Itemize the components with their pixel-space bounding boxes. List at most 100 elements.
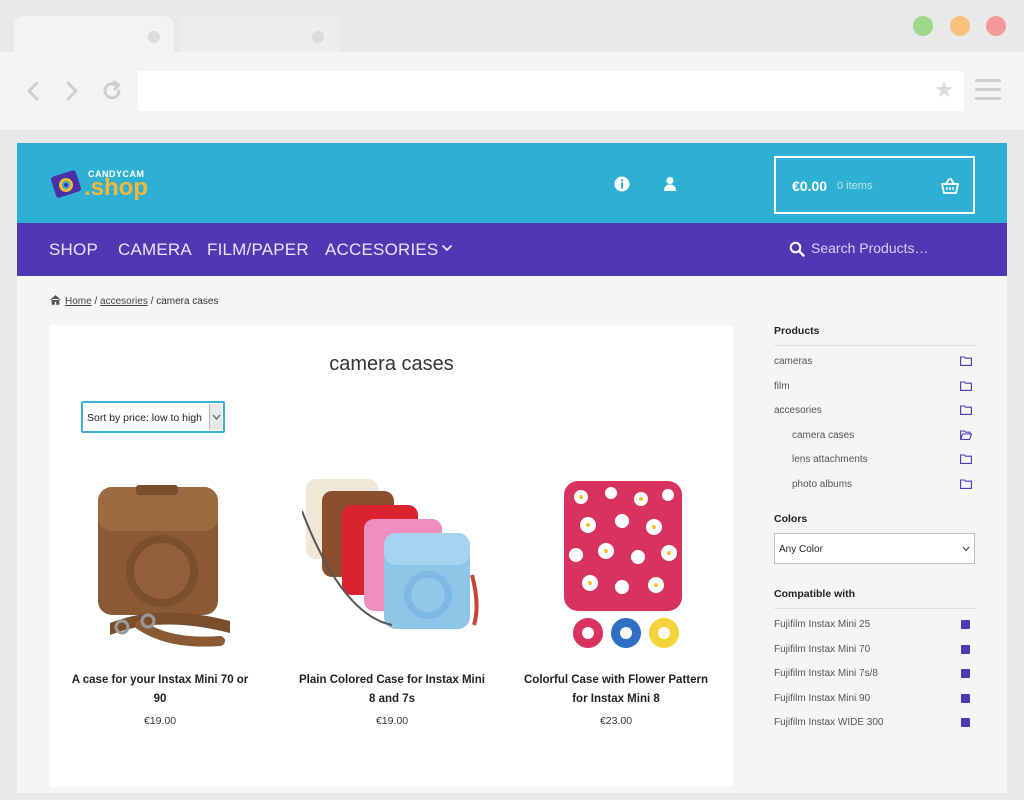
subcategory-label[interactable]: camera cases: [792, 430, 854, 441]
divider: [774, 345, 976, 346]
compatible-label[interactable]: Fujifilm Instax Mini 90: [774, 693, 870, 704]
breadcrumb: Home / accesories / camera cases: [50, 295, 218, 307]
back-icon[interactable]: [23, 80, 45, 102]
breadcrumb-current: camera cases: [156, 296, 219, 307]
product-name[interactable]: Colorful Case with Flower Pattern for In…: [516, 671, 716, 709]
product-search: [787, 235, 987, 263]
subcategory-item[interactable]: lens attachments: [774, 452, 976, 477]
reload-icon[interactable]: [101, 80, 123, 102]
category-item[interactable]: accesories: [774, 403, 976, 428]
cart-total: €0.00: [792, 178, 828, 194]
compatible-item[interactable]: Fujifilm Instax Mini 70: [774, 642, 976, 667]
product-price: €19.00: [375, 715, 409, 727]
product-price: €23.00: [599, 715, 633, 727]
close-button[interactable]: [986, 16, 1006, 36]
color-select[interactable]: Any Color: [774, 533, 975, 564]
filter-checkbox[interactable]: [961, 718, 970, 727]
product-image[interactable]: [301, 475, 482, 655]
nav-camera[interactable]: CAMERA: [118, 240, 192, 260]
browser-tab-active[interactable]: [14, 16, 174, 52]
chevron-down-icon: [209, 404, 222, 430]
product-name[interactable]: Plain Colored Case for Instax Mini 8 and…: [292, 671, 492, 709]
nav-film-paper[interactable]: FILM/PAPER: [207, 240, 309, 260]
product-name[interactable]: A case for your Instax Mini 70 or 90: [60, 671, 260, 709]
tab-close-icon[interactable]: [312, 31, 324, 43]
product-card[interactable]: Plain Colored Case for Instax Mini 8 and…: [292, 475, 492, 727]
category-label[interactable]: cameras: [774, 356, 812, 367]
product-card[interactable]: A case for your Instax Mini 70 or 90 €19…: [60, 475, 260, 727]
category-item[interactable]: film: [774, 379, 976, 404]
forward-icon[interactable]: [60, 80, 82, 102]
breadcrumb-separator: /: [94, 296, 98, 307]
folder-icon: [960, 454, 972, 464]
colored-camera-cases-image: [301, 479, 479, 629]
nav-accesories[interactable]: ACCESORIES: [325, 240, 438, 260]
folder-icon: [960, 478, 972, 489]
folder-icon: [960, 356, 972, 366]
products-heading: Products: [774, 325, 820, 337]
camera-logo-icon: [51, 170, 81, 198]
folder-open-icon: [960, 429, 972, 440]
main-navigation: SHOP CAMERA FILM/PAPER ACCESORIES: [17, 223, 1007, 276]
basket-icon: [941, 178, 959, 194]
compatible-label[interactable]: Fujifilm Instax Mini 70: [774, 644, 870, 655]
web-page: CANDYCAM .shop €0.00 0 items SHOP CAMERA…: [17, 143, 1007, 793]
product-price: €19.00: [143, 715, 177, 727]
category-label[interactable]: film: [774, 381, 790, 392]
browser-tab[interactable]: [180, 16, 340, 52]
brown-camera-case-image: [98, 485, 230, 647]
filter-checkbox[interactable]: [961, 620, 970, 629]
compatible-label[interactable]: Fujifilm Instax Mini 25: [774, 619, 870, 630]
nav-shop[interactable]: SHOP: [49, 240, 98, 260]
search-input[interactable]: [811, 237, 981, 259]
filter-checkbox[interactable]: [961, 669, 970, 678]
minimize-button[interactable]: [913, 16, 933, 36]
cart-button[interactable]: €0.00 0 items: [774, 156, 975, 214]
subcategory-item[interactable]: photo albums: [774, 477, 976, 502]
site-logo[interactable]: CANDYCAM .shop: [50, 163, 160, 205]
folder-icon: [960, 405, 972, 415]
home-icon: [50, 295, 61, 305]
sort-select[interactable]: Sort by price: low to high: [81, 401, 225, 433]
sort-select-value: Sort by price: low to high: [87, 412, 202, 424]
color-select-value: Any Color: [779, 544, 823, 555]
search-icon[interactable]: [789, 241, 805, 257]
product-image[interactable]: [70, 475, 250, 655]
maximize-button[interactable]: [950, 16, 970, 36]
compatible-item[interactable]: Fujifilm Instax WIDE 300: [774, 715, 976, 740]
filter-checkbox[interactable]: [961, 644, 970, 654]
browser-window: ★ CANDYCAM .shop €0.00 0 items SHOP CAME…: [0, 0, 1024, 800]
subcategory-label[interactable]: photo albums: [792, 479, 852, 490]
product-image[interactable]: [526, 475, 706, 655]
filter-checkbox[interactable]: [961, 693, 970, 703]
compatible-item[interactable]: Fujifilm Instax Mini 7s/8: [774, 666, 976, 691]
address-bar[interactable]: ★: [138, 71, 964, 111]
tab-close-icon[interactable]: [148, 31, 160, 43]
category-item[interactable]: cameras: [774, 354, 976, 379]
compatible-label[interactable]: Fujifilm Instax WIDE 300: [774, 717, 883, 728]
compatible-item[interactable]: Fujifilm Instax Mini 90: [774, 691, 976, 716]
subcategory-item-active[interactable]: camera cases: [774, 428, 976, 453]
site-header: CANDYCAM .shop €0.00 0 items: [17, 143, 1007, 223]
colors-heading: Colors: [774, 513, 808, 525]
bookmark-star-icon[interactable]: ★: [934, 79, 954, 101]
sidebar: Products cameras film accesories camera …: [774, 325, 976, 740]
chevron-down-icon: [962, 546, 970, 552]
info-icon[interactable]: [614, 176, 630, 192]
chevron-down-icon[interactable]: [441, 242, 453, 254]
breadcrumb-home[interactable]: Home: [65, 296, 92, 307]
subcategory-label[interactable]: lens attachments: [792, 454, 868, 465]
flower-camera-case-image: [564, 481, 682, 648]
folder-icon: [960, 380, 972, 391]
breadcrumb-accesories[interactable]: accesories: [100, 296, 148, 307]
cart-items-count: 0 items: [837, 180, 873, 192]
compatible-label[interactable]: Fujifilm Instax Mini 7s/8: [774, 668, 878, 679]
product-card[interactable]: Colorful Case with Flower Pattern for In…: [516, 475, 716, 727]
breadcrumb-separator: /: [150, 296, 154, 307]
category-label[interactable]: accesories: [774, 405, 822, 416]
compatible-item[interactable]: Fujifilm Instax Mini 25: [774, 617, 976, 642]
logo-big-text: .shop: [84, 174, 148, 201]
user-icon[interactable]: [662, 176, 678, 192]
browser-menu-icon[interactable]: [975, 79, 1001, 101]
page-title: camera cases: [329, 353, 454, 375]
